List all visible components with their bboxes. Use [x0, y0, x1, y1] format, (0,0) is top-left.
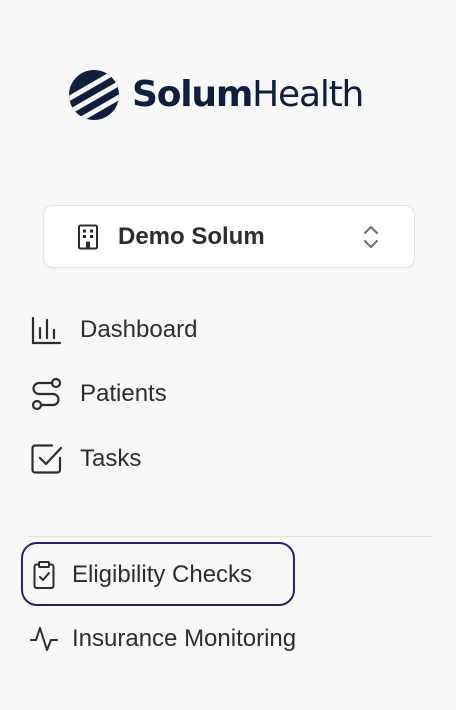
nav-item-tasks-label: Tasks — [80, 445, 142, 472]
nav-item-eligibility-checks-label: Eligibility Checks — [72, 561, 253, 588]
nav-item-patients-label: Patients — [80, 380, 167, 407]
building-icon — [78, 224, 98, 249]
nav-item-tasks[interactable]: Tasks — [30, 439, 141, 479]
nav-item-dashboard[interactable]: Dashboard — [30, 310, 197, 350]
brand-logo[interactable]: SolumHealth — [68, 68, 364, 122]
checkbox-icon — [31, 444, 63, 474]
chevrons-up-down-icon — [364, 225, 378, 248]
striped-globe-logo-icon — [69, 70, 119, 120]
nav-item-eligibility-checks[interactable]: Eligibility Checks — [32, 555, 252, 595]
bar-chart-icon — [31, 316, 62, 345]
organization-name: Demo Solum — [118, 222, 265, 250]
activity-icon — [30, 627, 58, 651]
nav-item-insurance-monitoring[interactable]: Insurance Monitoring — [30, 619, 296, 659]
nav-item-patients[interactable]: Patients — [30, 374, 167, 414]
nav-item-dashboard-label: Dashboard — [80, 316, 198, 343]
nav-divider — [28, 536, 431, 537]
clipboard-check-icon — [33, 561, 55, 589]
brand-name: SolumHealth — [132, 74, 364, 115]
route-icon — [31, 377, 62, 411]
brand-name-bold: Solum — [132, 74, 253, 115]
nav-item-insurance-monitoring-label: Insurance Monitoring — [72, 625, 297, 652]
organization-selector[interactable]: Demo Solum — [43, 205, 415, 268]
brand-name-light: Health — [252, 74, 364, 115]
